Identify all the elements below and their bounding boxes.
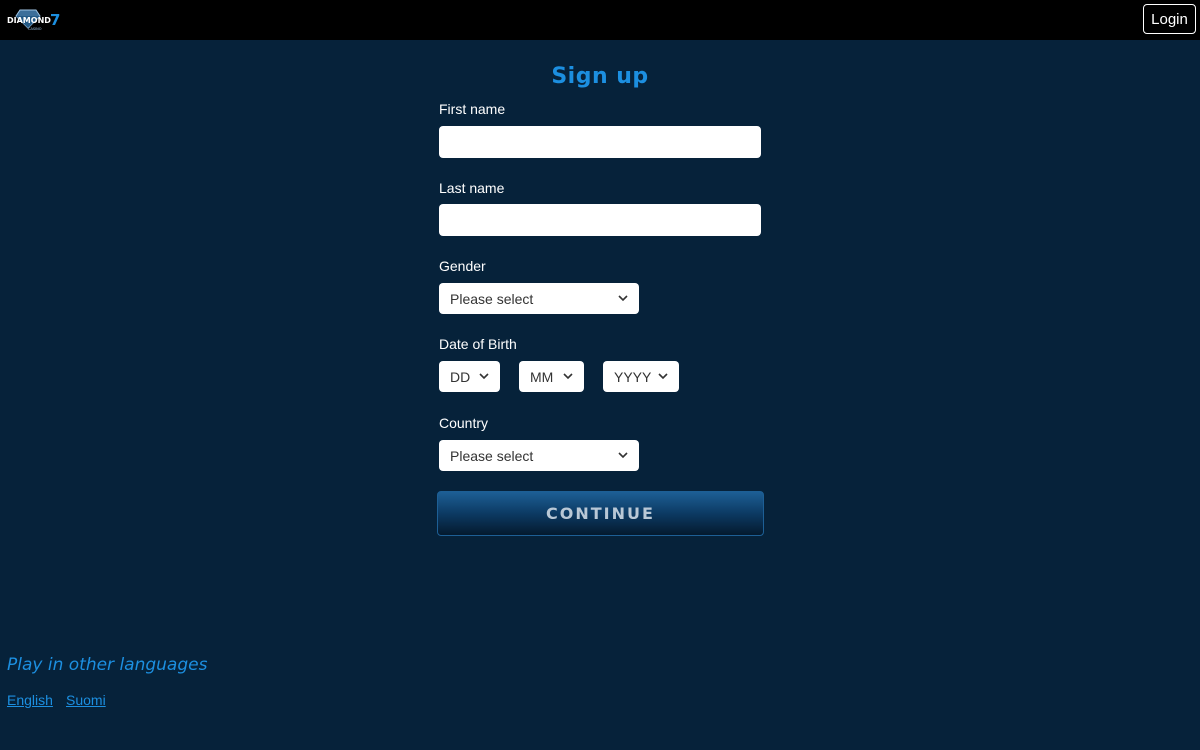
dob-day-select[interactable]: DD <box>439 361 500 392</box>
gender-select[interactable]: Please select <box>439 283 639 314</box>
dob-year-value: YYYY <box>614 368 652 385</box>
dob-month-value: MM <box>530 368 554 385</box>
first-name-label: First name <box>439 101 506 117</box>
country-select[interactable]: Please select <box>439 440 639 471</box>
first-name-input[interactable] <box>439 126 761 158</box>
diamond-logo[interactable]: DIAMOND 7 CASINO <box>6 8 64 32</box>
page-title: Sign up <box>551 64 649 89</box>
continue-button[interactable]: CONTINUE <box>437 491 764 536</box>
login-button[interactable]: Login <box>1143 4 1196 34</box>
chevron-down-icon <box>658 373 668 380</box>
svg-text:7: 7 <box>50 11 60 29</box>
gender-label: Gender <box>439 258 486 274</box>
languages-heading: Play in other languages <box>7 655 208 675</box>
dob-year-select[interactable]: YYYY <box>603 361 679 392</box>
chevron-down-icon <box>618 295 628 302</box>
dob-day-value: DD <box>450 368 471 385</box>
gender-select-value: Please select <box>450 290 534 307</box>
language-link-english[interactable]: English <box>7 692 53 708</box>
last-name-label: Last name <box>439 180 505 196</box>
last-name-input[interactable] <box>439 204 761 236</box>
dob-month-select[interactable]: MM <box>519 361 584 392</box>
chevron-down-icon <box>618 452 628 459</box>
country-label: Country <box>439 415 489 431</box>
dob-label: Date of Birth <box>439 336 517 352</box>
svg-text:DIAMOND: DIAMOND <box>7 16 51 25</box>
chevron-down-icon <box>563 373 573 380</box>
top-bar: DIAMOND 7 CASINO Login <box>0 0 1200 40</box>
language-link-suomi[interactable]: Suomi <box>66 692 106 708</box>
svg-text:CASINO: CASINO <box>28 27 42 31</box>
chevron-down-icon <box>479 373 489 380</box>
country-select-value: Please select <box>450 447 534 464</box>
